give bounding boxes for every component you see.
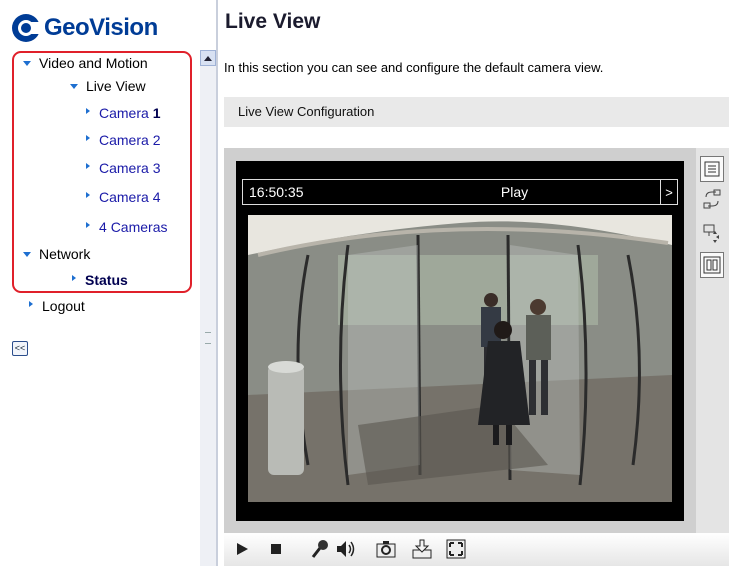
scroll-grip[interactable] [205, 332, 211, 344]
next-button[interactable]: > [660, 180, 677, 204]
video-status-bar: 16:50:35 Play > [242, 179, 678, 205]
nav-camera-4[interactable]: Camera 4 [86, 189, 160, 205]
download-icon[interactable] [410, 537, 434, 561]
nav-link-label: Status [85, 272, 128, 288]
switch-camera-icon[interactable] [700, 186, 724, 212]
item-arrow-icon [86, 222, 90, 228]
nav-camera-2[interactable]: Camera 2 [86, 132, 160, 148]
nav-live-view[interactable]: Live View [70, 78, 146, 94]
nav-camera-1[interactable]: Camera 1 [86, 105, 160, 121]
item-arrow-icon [72, 275, 76, 281]
nav-link-label: Camera 3 [99, 160, 161, 176]
geovision-mark-icon [12, 14, 41, 42]
fullscreen-icon[interactable] [444, 537, 468, 561]
geovision-logo: GeoVision [12, 8, 158, 48]
expand-arrow-icon [70, 83, 78, 89]
microphone-icon[interactable] [308, 537, 332, 561]
nav-label: Video and Motion [39, 55, 148, 71]
nav-link-label: Camera 4 [99, 189, 161, 205]
nav-status[interactable]: Status [72, 272, 128, 288]
collapse-sidebar-button[interactable]: << [12, 341, 28, 356]
snapshot-icon[interactable] [374, 537, 398, 561]
io-control-icon[interactable] [700, 252, 724, 278]
playback-mode: Play [500, 184, 529, 200]
nav-network[interactable]: Network [23, 246, 90, 262]
expand-arrow-icon [23, 251, 31, 257]
nav-label: Live View [86, 78, 146, 94]
speaker-icon[interactable] [334, 537, 358, 561]
nav-link-label: Camera 1 [99, 105, 161, 121]
item-arrow-icon [86, 163, 90, 169]
sidebar: GeoVision Video and Motion Live View Cam… [0, 0, 200, 566]
item-arrow-icon [86, 108, 90, 114]
nav-label: Logout [42, 298, 85, 314]
sidebar-scrollbar[interactable] [200, 50, 216, 566]
nav-link-label: Camera 2 [99, 132, 161, 148]
nav-label: Network [39, 246, 91, 262]
timestamp: 16:50:35 [249, 184, 304, 200]
expand-arrow-icon [23, 60, 31, 66]
section-header: Live View Configuration [224, 97, 729, 127]
ptz-control-icon[interactable] [700, 220, 724, 246]
brand-name: GeoVision [44, 14, 158, 41]
stop-icon[interactable] [264, 537, 288, 561]
live-view-panel: 16:50:35 Play > [224, 148, 696, 533]
page-title: Live View [225, 10, 321, 33]
item-arrow-icon [86, 192, 90, 198]
playback-toolbar [224, 533, 729, 566]
scroll-up-arrow-icon[interactable] [200, 50, 216, 66]
intro-text: In this section you can see and configur… [224, 60, 604, 75]
nav-logout[interactable]: Logout [29, 298, 85, 314]
camera-side-toolbar [696, 148, 729, 533]
play-icon[interactable] [230, 537, 254, 561]
nav-link-label: 4 Cameras [99, 219, 168, 235]
video-frame: 16:50:35 Play > [236, 161, 684, 521]
nav-video-and-motion[interactable]: Video and Motion [23, 55, 148, 71]
nav-camera-3[interactable]: Camera 3 [86, 160, 160, 176]
settings-list-icon[interactable] [700, 156, 724, 182]
nav-4-cameras[interactable]: 4 Cameras [86, 219, 167, 235]
camera-video-image[interactable] [248, 215, 672, 502]
item-arrow-icon [86, 135, 90, 141]
pane-divider[interactable] [216, 0, 218, 566]
item-arrow-icon [29, 301, 33, 307]
